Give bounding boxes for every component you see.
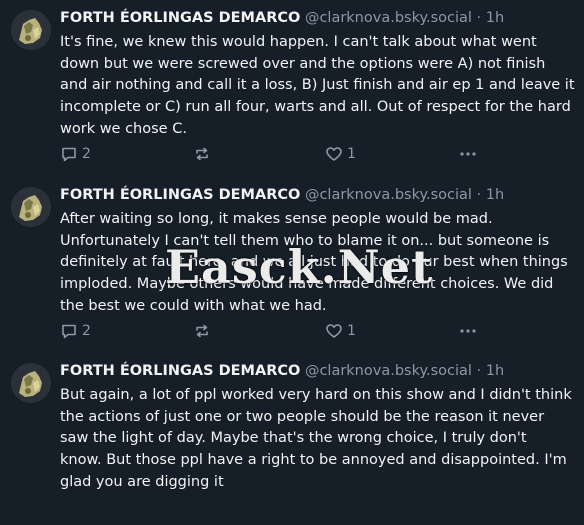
like-count: 1 [347, 146, 356, 162]
avatar[interactable] [11, 10, 51, 50]
more-options-button[interactable] [458, 321, 478, 341]
reply-count: 2 [82, 323, 91, 339]
like-count: 1 [347, 323, 356, 339]
more-icon [460, 152, 476, 156]
separator-dot: · [476, 363, 482, 379]
repost-button[interactable] [193, 144, 211, 164]
repost-icon [196, 324, 208, 338]
reply-button[interactable]: 2 [60, 321, 91, 341]
author-handle[interactable]: @clarknova.bsky.social [305, 10, 472, 26]
post-text: It's fine, we knew this would happen. I … [60, 34, 575, 137]
post-header: FORTH ÉORLINGAS DEMARCO @clarknova.bsky.… [60, 361, 504, 381]
post-time[interactable]: 1h [486, 10, 504, 26]
post[interactable]: FORTH ÉORLINGAS DEMARCO @clarknova.bsky.… [0, 183, 584, 353]
reply-icon [62, 147, 76, 162]
post-text: After waiting so long, it makes sense pe… [60, 211, 568, 314]
repost-button[interactable] [193, 321, 211, 341]
author-handle[interactable]: @clarknova.bsky.social [305, 363, 472, 379]
heart-icon [326, 324, 342, 338]
separator-dot: · [476, 187, 482, 203]
more-icon [460, 329, 476, 333]
avatar[interactable] [11, 187, 51, 227]
post-actions: 2 1 [60, 144, 480, 164]
post-time[interactable]: 1h [486, 187, 504, 203]
post[interactable]: FORTH ÉORLINGAS DEMARCO @clarknova.bsky.… [0, 359, 584, 525]
post-text: But again, a lot of ppl worked very hard… [60, 387, 572, 490]
reply-count: 2 [82, 146, 91, 162]
author-name[interactable]: FORTH ÉORLINGAS DEMARCO [60, 363, 300, 379]
like-button[interactable]: 1 [325, 321, 356, 341]
author-name[interactable]: FORTH ÉORLINGAS DEMARCO [60, 187, 300, 203]
heart-icon [326, 147, 342, 161]
separator-dot: · [476, 10, 482, 26]
more-options-button[interactable] [458, 144, 478, 164]
post[interactable]: FORTH ÉORLINGAS DEMARCO @clarknova.bsky.… [0, 6, 584, 176]
like-button[interactable]: 1 [325, 144, 356, 164]
post-actions: 2 1 [60, 321, 480, 341]
author-handle[interactable]: @clarknova.bsky.social [305, 187, 472, 203]
post-header: FORTH ÉORLINGAS DEMARCO @clarknova.bsky.… [60, 8, 504, 28]
post-header: FORTH ÉORLINGAS DEMARCO @clarknova.bsky.… [60, 185, 504, 205]
repost-icon [196, 147, 208, 161]
reply-icon [62, 324, 76, 339]
author-name[interactable]: FORTH ÉORLINGAS DEMARCO [60, 10, 300, 26]
reply-button[interactable]: 2 [60, 144, 91, 164]
avatar[interactable] [11, 363, 51, 403]
post-time[interactable]: 1h [486, 363, 504, 379]
